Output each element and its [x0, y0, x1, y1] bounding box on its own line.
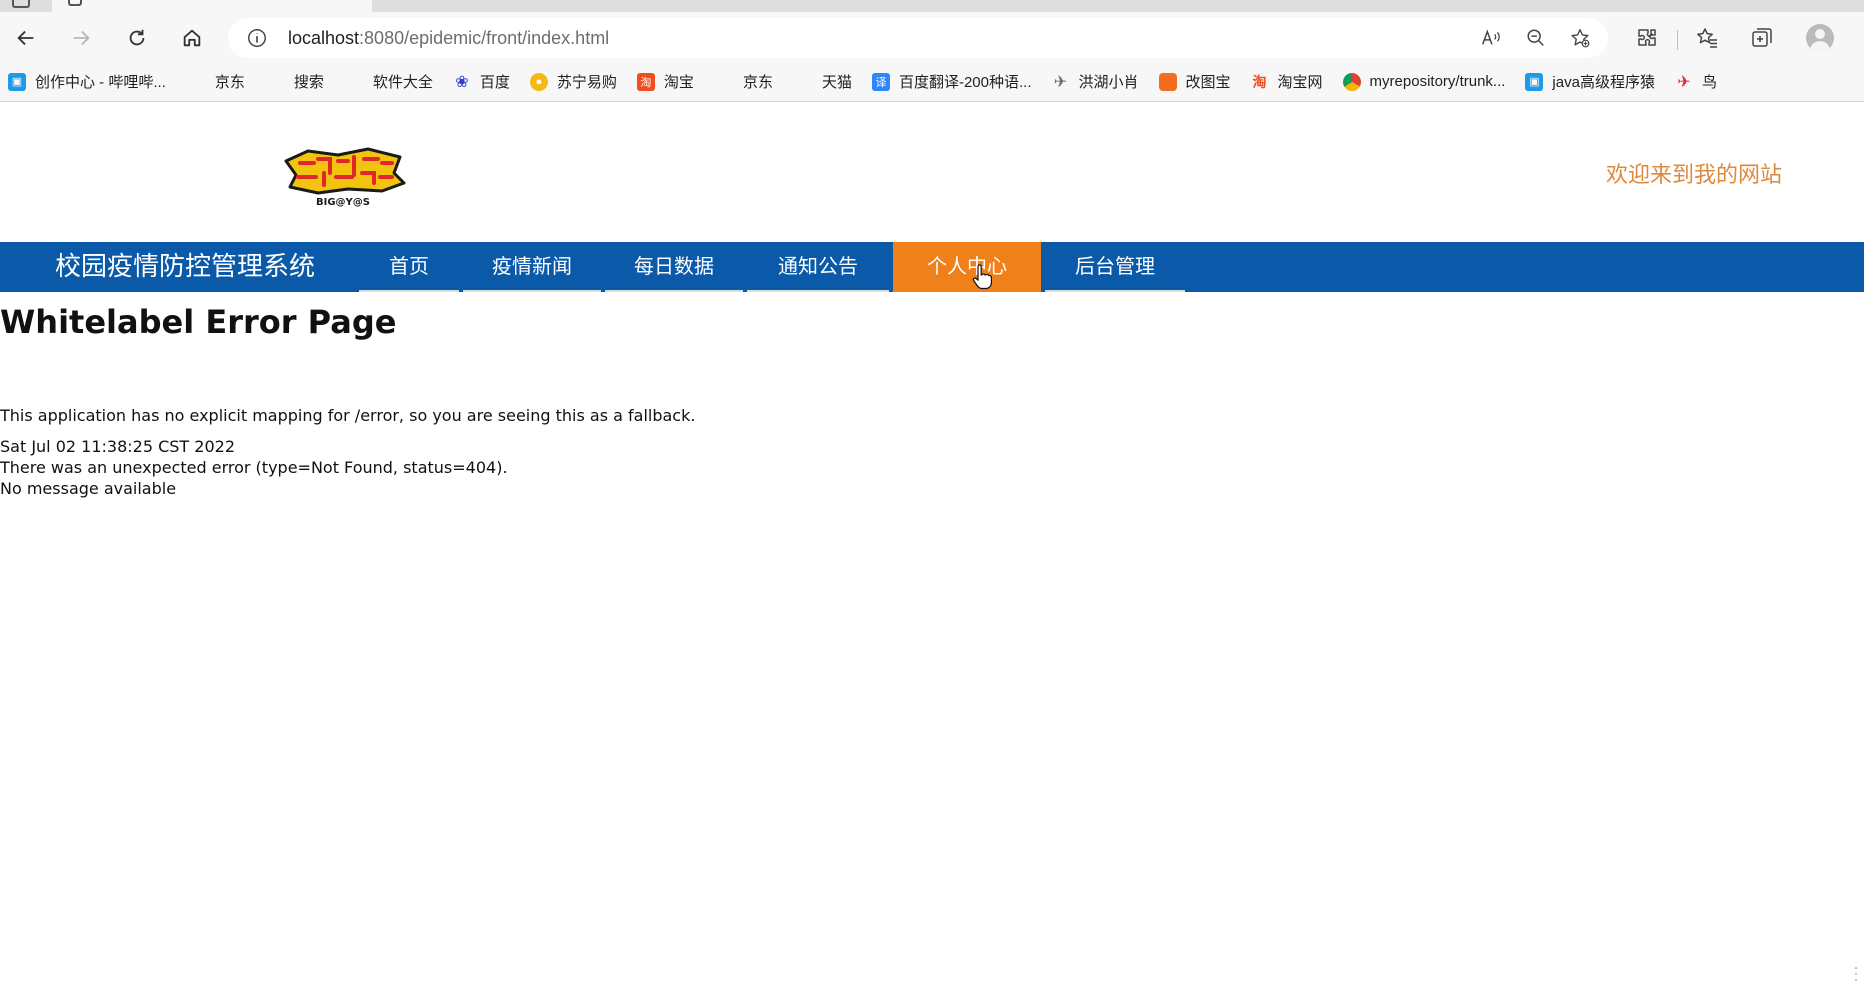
- bookmark-item[interactable]: 软件大全: [344, 71, 433, 194]
- url-text[interactable]: localhost:8080/epidemic/front/index.html: [288, 18, 609, 58]
- tab-actions-icon[interactable]: [12, 0, 30, 8]
- bookmark-label: 搜索: [293, 74, 324, 91]
- suning-icon: ●: [529, 72, 548, 91]
- profile-avatar[interactable]: [1806, 24, 1834, 52]
- url-host: localhost: [288, 28, 360, 48]
- forward-arrow-icon: [73, 30, 90, 46]
- error-detail: There was an unexpected error (type=Not …: [0, 458, 508, 477]
- welcome-text: 欢迎来到我的网站: [1605, 163, 1782, 188]
- taobao-icon: 淘: [1252, 73, 1267, 90]
- bookmark-label: 百度: [479, 74, 510, 91]
- nav-item-admin[interactable]: 后台管理: [1045, 242, 1185, 292]
- bookmark-label: 天猫: [821, 74, 852, 91]
- add-favorite-icon[interactable]: [1569, 27, 1591, 49]
- collections-icon[interactable]: [1750, 26, 1774, 50]
- refresh-button[interactable]: [121, 22, 153, 54]
- bookmark-item[interactable]: 搜索: [265, 71, 324, 194]
- bird-icon: ✈: [1053, 73, 1068, 91]
- nav-item-personal-center[interactable]: 个人中心: [893, 242, 1041, 292]
- bookmark-label: 鸟: [1701, 74, 1717, 91]
- error-title: Whitelabel Error Page: [0, 303, 397, 341]
- browser-toolbar: localhost:8080/epidemic/front/index.html: [0, 12, 1864, 62]
- bookmark-item[interactable]: 淘淘宝网: [1251, 71, 1323, 92]
- toolbar-separator: [1677, 30, 1678, 50]
- bookmark-label: 改图宝: [1185, 74, 1231, 91]
- taobao-icon: 淘: [636, 72, 655, 91]
- bookmark-label: java高级程序猿: [1552, 74, 1655, 91]
- home-icon: [183, 29, 201, 47]
- bookmark-label: 苏宁易购: [556, 74, 617, 91]
- back-arrow-icon: [17, 30, 34, 46]
- error-description: This application has no explicit mapping…: [0, 406, 696, 425]
- bookmark-label: 京东: [214, 74, 245, 91]
- tab-strip: [0, 0, 1864, 12]
- chrome-icon: [1342, 72, 1361, 91]
- bookmark-item[interactable]: ✈ 鸟: [1675, 71, 1717, 92]
- zoom-out-icon[interactable]: [1525, 27, 1547, 49]
- back-button[interactable]: [10, 22, 42, 54]
- bookmark-label: 百度翻译-200种语...: [898, 74, 1032, 91]
- bookmark-item[interactable]: 淘淘宝: [636, 71, 694, 92]
- site-logo: BIG@Y@S: [284, 147, 406, 208]
- bookmarks-bar: ▣ 创作中心 - 哔哩哔... 京东 搜索 软件大全 ❀ 百度 ● 苏宁易购 淘淘宝 …: [0, 62, 1864, 194]
- bookmark-item[interactable]: 京东: [714, 71, 773, 194]
- error-message: No message available: [0, 479, 177, 498]
- resize-grip-icon: [1855, 967, 1857, 981]
- nav-item-daily-data[interactable]: 每日数据: [605, 242, 743, 292]
- hand-cursor-icon: [972, 264, 992, 290]
- address-bar[interactable]: localhost:8080/epidemic/front/index.html: [228, 18, 1608, 58]
- logo-text: BIG@Y@S: [316, 197, 370, 208]
- translate-icon: 译: [871, 72, 890, 91]
- bookmark-label: myrepository/trunk...: [1369, 73, 1506, 90]
- home-button[interactable]: [176, 22, 208, 54]
- extensions-icon[interactable]: [1635, 26, 1659, 50]
- bookmark-item[interactable]: 京东: [186, 71, 245, 194]
- main-navbar: 校园疫情防控管理系统 首页 疫情新闻 每日数据 通知公告 个人中心 后台管理: [0, 242, 1864, 292]
- bookmark-item[interactable]: ▣ java高级程序猿: [1525, 71, 1655, 92]
- bookmark-label: 京东: [742, 74, 773, 91]
- bookmark-label: 软件大全: [372, 74, 433, 91]
- favorites-icon[interactable]: [1695, 26, 1719, 50]
- nav-item-news[interactable]: 疫情新闻: [463, 242, 601, 292]
- bookmark-item[interactable]: 天猫: [793, 71, 852, 194]
- bookmark-item[interactable]: ▣ 创作中心 - 哔哩哔...: [8, 71, 166, 92]
- site-info-icon[interactable]: [246, 27, 268, 49]
- bookmark-item[interactable]: ❀ 百度: [453, 71, 510, 92]
- read-aloud-icon[interactable]: [1480, 27, 1502, 49]
- bilibili-icon: ▣: [1525, 72, 1544, 91]
- tab-favicon: [68, 0, 82, 6]
- error-timestamp: Sat Jul 02 11:38:25 CST 2022: [0, 437, 236, 456]
- forward-button[interactable]: [65, 22, 97, 54]
- active-tab[interactable]: [52, 0, 372, 12]
- bookmark-label: 淘宝: [663, 74, 694, 91]
- bookmark-item[interactable]: myrepository/trunk...: [1342, 72, 1506, 91]
- brand-title[interactable]: 校园疫情防控管理系统: [55, 242, 315, 292]
- bookmark-label: 洪湖小肖: [1078, 74, 1139, 91]
- bilibili-icon: ▣: [8, 72, 26, 91]
- bookmark-item[interactable]: 改图宝: [1158, 71, 1231, 92]
- nav-item-home[interactable]: 首页: [359, 242, 459, 292]
- gaitubao-icon: [1158, 72, 1177, 91]
- bookmark-label: 淘宝网: [1277, 74, 1323, 91]
- bookmark-item[interactable]: ● 苏宁易购: [529, 71, 617, 92]
- bookmark-item[interactable]: 译百度翻译-200种语...: [871, 71, 1032, 92]
- refresh-icon: [129, 29, 145, 46]
- page-content: BIG@Y@S 欢迎来到我的网站 校园疫情防控管理系统 首页 疫情新闻 每日数据…: [0, 103, 1864, 988]
- url-path: :8080/epidemic/front/index.html: [359, 28, 610, 48]
- nav-item-notices[interactable]: 通知公告: [747, 242, 889, 292]
- red-bird-icon: ✈: [1677, 73, 1691, 91]
- bookmark-item[interactable]: ✈ 洪湖小肖: [1052, 71, 1139, 92]
- baidu-paw-icon: ❀: [455, 73, 469, 91]
- bookmark-label: 创作中心 - 哔哩哔...: [35, 74, 166, 91]
- nav-menu: 首页 疫情新闻 每日数据 通知公告 个人中心 后台管理: [359, 242, 1189, 292]
